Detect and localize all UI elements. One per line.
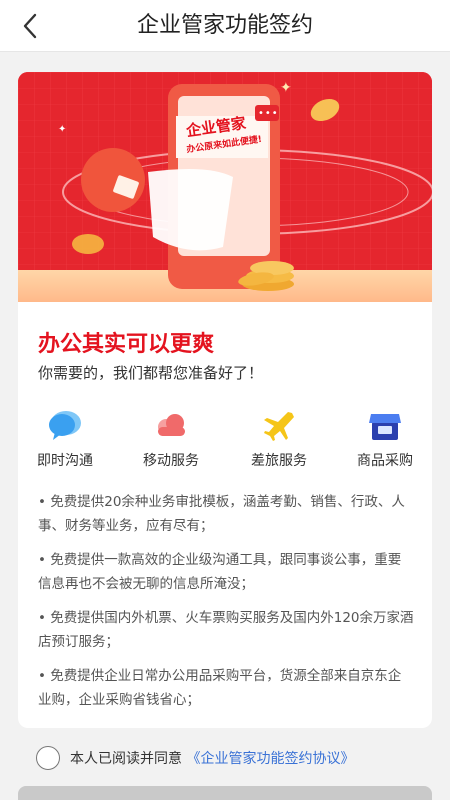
feature-label: 移动服务 — [143, 453, 199, 469]
benefit-item: • 免费提供一款高效的企业级沟通工具，跟同事谈公事，重要信息再也不会被无聊的信息… — [38, 552, 402, 592]
feature-label: 差旅服务 — [251, 453, 307, 469]
agreement-prefix: 本人已阅读并同意 — [70, 751, 182, 767]
svg-text:✦: ✦ — [280, 80, 292, 96]
page-title: 企业管家功能签约 — [136, 13, 313, 38]
subheadline: 你需要的，我们都帮您准备好了！ — [38, 364, 264, 382]
svg-text:✦: ✦ — [58, 124, 66, 135]
store-icon — [369, 414, 401, 440]
feature-label: 即时沟通 — [37, 453, 93, 469]
banner-illustration: ✦ ✦ — [18, 72, 432, 302]
agreement-link[interactable]: 《企业管家功能签约协议》 — [186, 751, 354, 767]
submit-button[interactable] — [18, 786, 432, 800]
benefit-item: • 免费提供国内外机票、火车票购买服务及国内外120余万家酒店预订服务； — [38, 610, 414, 650]
chat-bubble-icon — [49, 411, 81, 440]
feature-procurement[interactable]: 商品采购 — [340, 410, 430, 470]
airplane-icon — [264, 412, 294, 441]
headline: 办公其实可以更爽 — [38, 332, 215, 357]
benefit-item: • 免费提供企业日常办公用品采购平台，货源全部来自京东企业购，企业采购省钱省心； — [38, 668, 402, 708]
signup-card: ✦ ✦ 企业管家 办公原来如此便捷! ••• 办公其实可以更爽 你需要的，我们都… — [18, 72, 432, 728]
nav-bar: 企业管家功能签约 — [0, 0, 450, 52]
agreement-text: 本人已阅读并同意 《企业管家功能签约协议》 — [70, 748, 354, 768]
cloud-icon — [158, 414, 185, 436]
feature-mobile-service[interactable]: 移动服务 — [126, 410, 216, 470]
promo-banner: ✦ ✦ 企业管家 办公原来如此便捷! ••• — [18, 72, 432, 302]
feature-list: 即时沟通 移动服务 差旅服务 商品采购 — [18, 410, 432, 470]
agreement-row: 本人已阅读并同意 《企业管家功能签约协议》 — [36, 746, 436, 772]
feature-travel-service[interactable]: 差旅服务 — [234, 410, 324, 470]
more-dots-icon: ••• — [258, 108, 279, 119]
benefit-list: • 免费提供20余种业务审批模板，涵盖考勤、销售、行政、人事、财务等业务，应有尽… — [38, 490, 414, 722]
agreement-checkbox[interactable] — [36, 746, 60, 770]
feature-instant-chat[interactable]: 即时沟通 — [20, 410, 110, 470]
feature-label: 商品采购 — [357, 453, 413, 469]
benefit-item: • 免费提供20余种业务审批模板，涵盖考勤、销售、行政、人事、财务等业务，应有尽… — [38, 494, 405, 534]
